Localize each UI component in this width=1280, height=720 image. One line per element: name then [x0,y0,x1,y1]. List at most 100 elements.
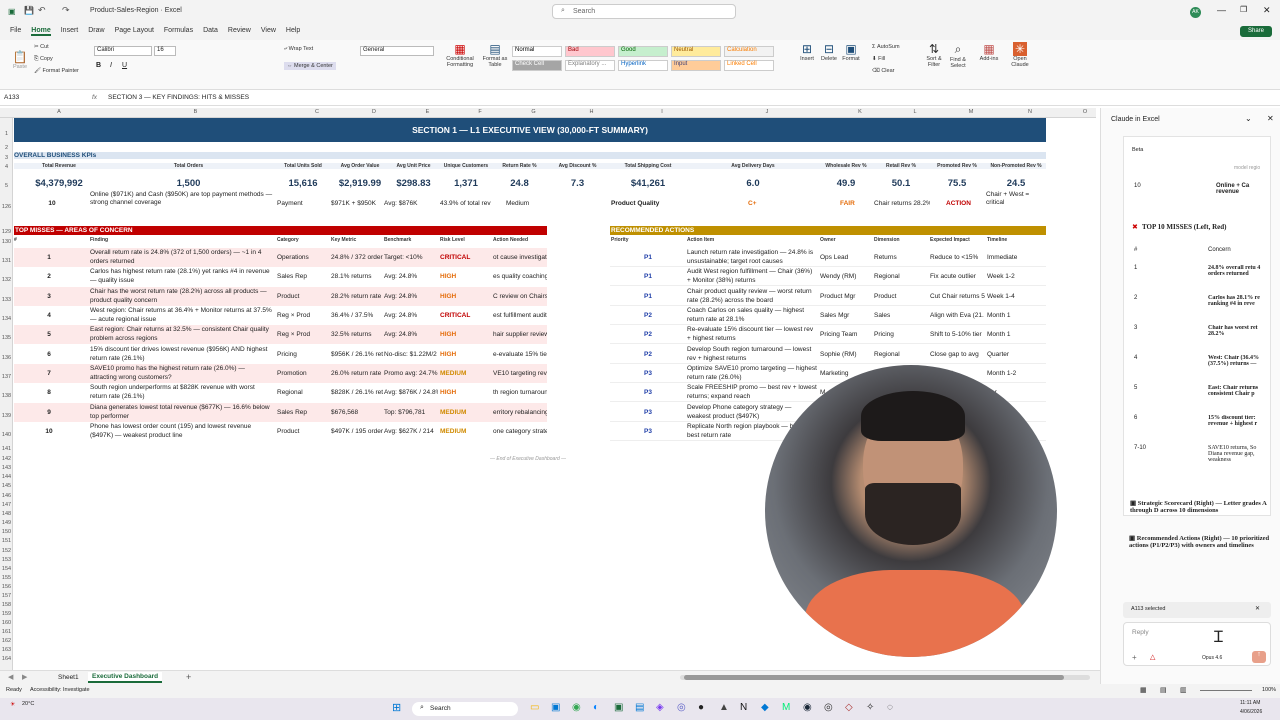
weather-icon[interactable]: ☀ [10,701,15,708]
style-normal[interactable]: Normal [512,46,562,57]
row-header[interactable]: 142 [0,456,13,462]
save-icon[interactable]: 💾 [24,6,34,15]
row-header[interactable]: 160 [0,620,13,626]
file-explorer-icon[interactable]: ▭ [530,702,539,713]
vscode-icon[interactable]: ◆ [761,702,769,713]
row-header[interactable]: 129 [0,229,13,235]
start-icon[interactable]: ⊞ [392,701,401,714]
style-bad[interactable]: Bad [565,46,615,57]
github-icon[interactable]: ● [698,702,704,713]
reply-box[interactable]: Reply Ɪ + △ Opus 4.6 ↑ [1123,622,1271,666]
row-header[interactable]: 157 [0,593,13,599]
share-button[interactable]: Share [1240,26,1272,37]
obs-icon[interactable]: ◎ [824,702,833,713]
wrap-text-button[interactable]: ⤶ Wrap Text [284,46,313,53]
tab-review[interactable]: Review [228,27,251,34]
tab-sheet1[interactable]: Sheet1 [58,674,79,681]
column-header-f[interactable]: F [454,109,506,115]
column-header-c[interactable]: C [287,109,347,115]
row-header[interactable]: 133 [0,297,13,303]
column-header-i[interactable]: I [622,109,702,115]
tab-view[interactable]: View [261,27,276,34]
row-header[interactable]: 2 [0,145,13,151]
row-header[interactable]: 143 [0,465,13,471]
redo-icon[interactable]: ↷ [62,5,70,16]
undo-icon[interactable]: ↶ [38,5,46,16]
italic-button[interactable]: I [110,62,112,69]
chevron-down-icon[interactable]: ⌄ [1245,114,1252,123]
close-icon[interactable]: ✕ [1263,5,1271,16]
style-linked-cell[interactable]: Linked Cell [724,60,774,71]
underline-button[interactable]: U [122,62,127,69]
search-box[interactable]: ⌕ Search [552,4,736,19]
row-header[interactable]: 162 [0,638,13,644]
column-header-h[interactable]: H [561,109,622,115]
row-header[interactable]: 161 [0,629,13,635]
column-header-e[interactable]: E [401,109,454,115]
accessibility-status[interactable]: Accessibility: Investigate [30,687,90,693]
panel-close-icon[interactable]: ✕ [1267,114,1274,123]
maximize-icon[interactable]: ❐ [1240,5,1247,14]
row-header[interactable]: 148 [0,511,13,517]
autosum-button[interactable]: Σ AutoSum [872,44,900,50]
row-header[interactable]: 3 [0,155,13,161]
row-header[interactable]: 149 [0,520,13,526]
row-header[interactable]: 4 [0,164,13,170]
name-box[interactable]: A133 [4,94,54,101]
row-header[interactable]: 140 [0,432,13,438]
normal-view-icon[interactable]: ▦ [1140,686,1147,694]
row-header[interactable]: 131 [0,258,13,264]
tab-file[interactable]: File [10,27,21,34]
tab-page-layout[interactable]: Page Layout [115,27,154,34]
column-header-a[interactable]: A [14,109,104,115]
row-header[interactable]: 138 [0,393,13,399]
row-header[interactable]: 146 [0,493,13,499]
conditional-formatting-button[interactable]: ▦ Conditional Formatting [440,42,480,68]
row-header[interactable]: 156 [0,584,13,590]
row-header[interactable]: 145 [0,483,13,489]
zoom-slider[interactable] [1200,690,1252,691]
excel-icon[interactable]: ▣ [614,702,623,713]
row-header[interactable]: 153 [0,557,13,563]
format-as-table-button[interactable]: ▤ Format as Table [480,42,510,68]
bold-button[interactable]: B [96,62,101,69]
column-header-d[interactable]: D [347,109,401,115]
insert-cells-button[interactable]: ⊞ Insert [798,42,816,62]
row-header[interactable]: 135 [0,335,13,341]
column-header-j[interactable]: J [702,109,832,115]
format-cells-button[interactable]: ▣ Format [842,42,860,62]
cut-button[interactable]: ✂ Cut [34,44,49,50]
copilot-icon[interactable]: ◈ [656,702,664,713]
row-header[interactable]: 151 [0,538,13,544]
sort-filter-button[interactable]: ⇅ Sort & Filter [922,42,946,68]
row-header[interactable]: 155 [0,575,13,581]
row-header[interactable]: 132 [0,277,13,283]
row-header[interactable]: 1 [0,131,13,137]
notion-icon[interactable]: N [740,702,747,713]
column-header-m[interactable]: M [942,109,1000,115]
row-header[interactable]: 139 [0,413,13,419]
fx-icon[interactable]: fx [92,94,97,101]
row-header[interactable]: 130 [0,239,13,245]
app2-icon[interactable]: M [782,702,790,713]
tab-insert[interactable]: Insert [61,27,79,34]
find-select-button[interactable]: ⌕ Find & Select [946,42,970,69]
row-header[interactable]: 154 [0,566,13,572]
clear-button[interactable]: ⌫ Clear [872,68,894,74]
chip-close-icon[interactable]: ✕ [1255,605,1260,612]
row-header[interactable]: 144 [0,474,13,480]
open-claude-button[interactable]: ✳ Open Claude [1008,42,1032,68]
row-header[interactable]: 152 [0,548,13,554]
add-ins-button[interactable]: ▦ Add-ins [978,42,1000,62]
copy-button[interactable]: ⎘ Copy [34,56,53,63]
add-sheet-icon[interactable]: + [186,672,191,682]
tab-executive-dashboard[interactable]: Executive Dashboard [88,672,163,683]
column-header-k[interactable]: K [832,109,888,115]
minimize-icon[interactable]: — [1217,5,1226,15]
delete-cells-button[interactable]: ⊟ Delete [820,42,838,62]
tab-home[interactable]: Home [31,27,51,36]
prev-sheet-icon[interactable]: ◀ [8,673,13,681]
row-header[interactable]: 163 [0,647,13,653]
horizontal-scrollbar[interactable] [680,675,1090,680]
app3-icon[interactable]: ◇ [845,702,853,713]
